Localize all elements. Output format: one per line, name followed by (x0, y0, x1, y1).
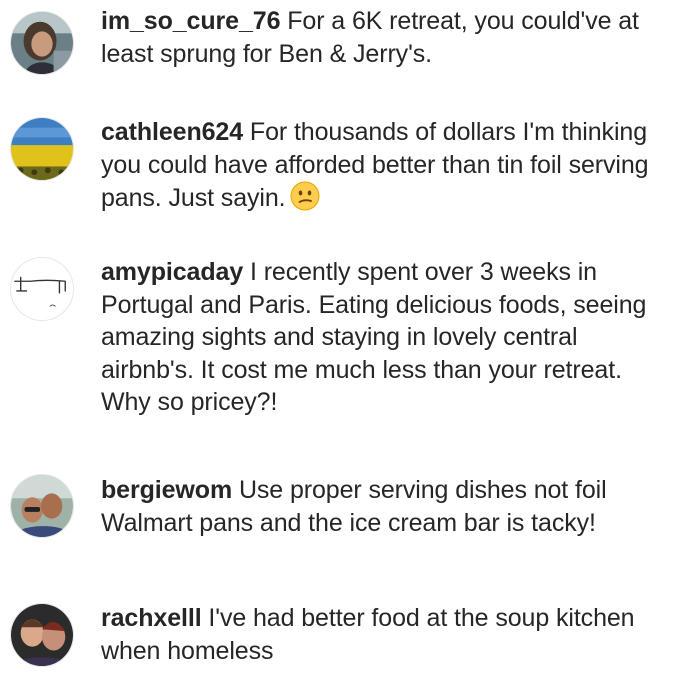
comment-text: amypicaday I recently spent over 3 weeks… (101, 256, 671, 419)
avatar[interactable] (10, 603, 74, 667)
avatar[interactable] (10, 11, 74, 75)
comment-username[interactable]: rachxelll (101, 604, 202, 632)
comment-text: cathleen624 For thousands of dollars I'm… (101, 116, 671, 215)
confused-face-emoji (290, 181, 320, 211)
woman-portrait-avatar-icon (11, 12, 73, 74)
two-kids-avatar-icon (11, 604, 73, 666)
comment-username[interactable]: im_so_cure_76 (101, 7, 280, 35)
sketch-drawing-avatar-icon (11, 258, 73, 320)
couple-selfie-avatar-icon (11, 475, 73, 537)
avatar[interactable] (10, 117, 74, 181)
comment-username[interactable]: bergiewom (101, 476, 232, 504)
comment-text: rachxelll I've had better food at the so… (101, 602, 671, 667)
comment-username[interactable]: cathleen624 (101, 118, 243, 146)
sunflower-field-avatar-icon (11, 118, 73, 180)
avatar[interactable] (10, 257, 74, 321)
comment-text: im_so_cure_76 For a 6K retreat, you coul… (101, 5, 671, 70)
avatar[interactable] (10, 474, 74, 538)
comment-text: bergiewom Use proper serving dishes not … (101, 474, 671, 539)
comment-username[interactable]: amypicaday (101, 258, 243, 286)
